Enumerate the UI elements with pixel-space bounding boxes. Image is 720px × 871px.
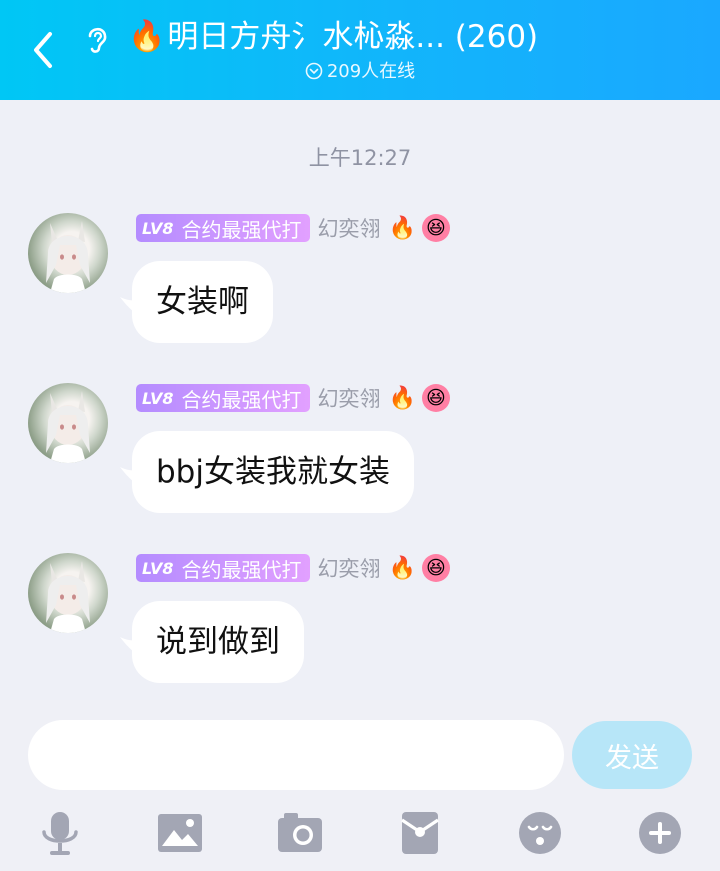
level-badge[interactable]: LV8 合约最强代打: [136, 214, 310, 242]
input-area: 发送: [0, 700, 720, 871]
online-count[interactable]: 209人在线: [0, 60, 720, 84]
message-bubble[interactable]: 说到做到: [132, 601, 304, 683]
fire-badge-icon: 🔥: [388, 555, 416, 581]
avatar[interactable]: [28, 553, 108, 633]
chat-title-text: 明日方舟氵水杺淼... (260): [167, 19, 539, 55]
message-bubble[interactable]: bbj女装我就女装: [132, 431, 414, 513]
avatar[interactable]: [28, 213, 108, 293]
message-timestamp: 上午12:27: [308, 146, 412, 170]
message-item: LV8 合约最强代打 幻奕翎 🔥 😆 bbj女装我就女装: [0, 383, 720, 533]
smile-badge-icon: 😆: [421, 384, 450, 412]
fire-badge-icon: 🔥: [388, 215, 416, 241]
send-button[interactable]: 发送: [572, 721, 692, 789]
avatar[interactable]: [28, 383, 108, 463]
sender-nickname[interactable]: 幻奕翎: [318, 553, 381, 583]
smile-badge-icon: 😆: [421, 554, 450, 582]
chat-header: 🔥 明日方舟氵水杺淼... (260) 209人在线: [0, 0, 720, 100]
emoji-icon[interactable]: [516, 810, 564, 856]
fire-badge-icon: 🔥: [388, 385, 416, 411]
image-icon[interactable]: [156, 810, 204, 856]
chat-title[interactable]: 🔥 明日方舟氵水杺淼... (260): [128, 16, 598, 58]
chevron-down-circle-icon: [305, 62, 323, 80]
sender-nickname[interactable]: 幻奕翎: [318, 383, 381, 413]
online-count-text: 209人在线: [326, 61, 416, 82]
level-badge[interactable]: LV8 合约最强代打: [136, 384, 310, 412]
message-input[interactable]: [28, 720, 564, 790]
message-item: LV8 合约最强代打 幻奕翎 🔥 😆 女装啊: [0, 213, 720, 363]
sender-meta: LV8 合约最强代打 幻奕翎 🔥 😆: [136, 383, 450, 413]
message-bubble[interactable]: 女装啊: [132, 261, 273, 343]
sender-meta: LV8 合约最强代打 幻奕翎 🔥 😆: [136, 213, 450, 243]
message-item: LV8 合约最强代打 幻奕翎 🔥 😆 说到做到: [0, 553, 720, 703]
smile-badge-icon: 😆: [421, 214, 450, 242]
plus-icon[interactable]: [636, 810, 684, 856]
sender-nickname[interactable]: 幻奕翎: [318, 213, 381, 243]
camera-icon[interactable]: [276, 810, 324, 856]
red-packet-icon[interactable]: [396, 810, 444, 856]
microphone-icon[interactable]: [36, 810, 84, 856]
fire-icon: 🔥: [128, 19, 166, 54]
level-badge[interactable]: LV8 合约最强代打: [136, 554, 310, 582]
sender-meta: LV8 合约最强代打 幻奕翎 🔥 😆: [136, 553, 450, 583]
ear-icon[interactable]: [80, 22, 114, 56]
